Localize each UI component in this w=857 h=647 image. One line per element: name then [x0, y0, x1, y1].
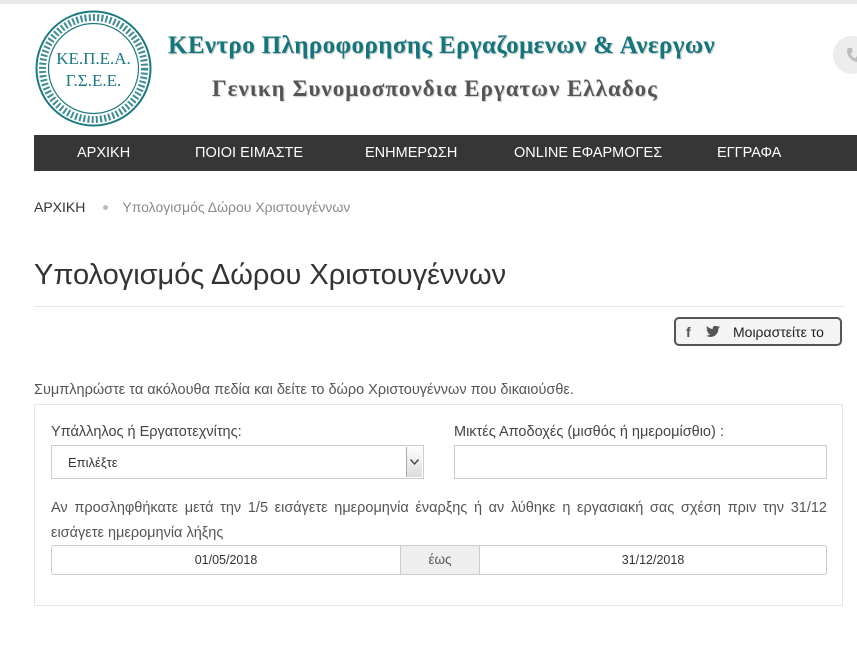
date-range-field: 01/05/2018 έως 31/12/2018	[51, 545, 827, 575]
end-date-input[interactable]: 31/12/2018	[480, 546, 826, 574]
nav-item-about[interactable]: ΠΟΙΟΙ ΕΙΜΑΣΤΕ	[195, 145, 303, 161]
breadcrumb-current: Υπολογισμός Δώρου Χριστουγέννων	[122, 199, 351, 215]
breadcrumb-separator-dot	[103, 204, 109, 210]
organization-logo[interactable]: ΚΕ.Π.Ε.Α. Γ.Σ.Ε.Ε.	[34, 9, 153, 128]
employee-type-selected: Επιλέξτε	[68, 455, 118, 470]
employee-type-select[interactable]: Επιλέξτε	[51, 445, 424, 479]
employee-type-label: Υπάλληλος ή Εργατοτεχνίτης:	[51, 424, 242, 440]
phone-button[interactable]	[833, 36, 857, 74]
main-navigation: ΑΡΧΙΚΗ ΠΟΙΟΙ ΕΙΜΑΣΤΕ ΕΝΗΜΕΡΩΣΗ ONLINE ΕΦ…	[34, 135, 857, 171]
nav-item-home[interactable]: ΑΡΧΙΚΗ	[77, 145, 130, 161]
chevron-down-icon	[410, 459, 419, 465]
breadcrumb-home-link[interactable]: ΑΡΧΙΚΗ	[34, 199, 85, 215]
organization-subtitle: Γενικη Συνομοσπονδια Εργατων Ελλαδος	[212, 76, 658, 101]
share-button[interactable]: f Μοιραστείτε το	[674, 317, 842, 346]
phone-icon	[847, 48, 857, 62]
date-range-separator: έως	[400, 546, 480, 574]
organization-title: ΚΕντρο Πληροφορησης Εργαζομενων & Ανεργω…	[168, 32, 716, 59]
svg-text:ΚΕ.Π.Ε.Α.: ΚΕ.Π.Ε.Α.	[56, 49, 131, 68]
gross-wage-input[interactable]	[454, 445, 827, 479]
page-title: Υπολογισμός Δώρου Χριστουγέννων	[34, 259, 507, 291]
title-divider	[34, 306, 844, 307]
intro-text: Συμπληρώστε τα ακόλουθα πεδία και δείτε …	[34, 382, 574, 398]
nav-item-online-apps[interactable]: ONLINE ΕΦΑΡΜΟΓΕΣ	[514, 145, 662, 161]
share-label: Μοιραστείτε το	[733, 324, 824, 340]
start-date-input[interactable]: 01/05/2018	[52, 546, 400, 574]
twitter-icon	[706, 326, 720, 337]
dropdown-arrow[interactable]	[406, 447, 422, 477]
gross-wage-label: Μικτές Αποδοχές (μισθός ή ημερομίσθιο) :	[454, 424, 724, 440]
svg-text:Γ.Σ.Ε.Ε.: Γ.Σ.Ε.Ε.	[66, 71, 121, 90]
top-bar	[0, 0, 857, 4]
facebook-icon: f	[686, 324, 691, 340]
nav-item-news[interactable]: ΕΝΗΜΕΡΩΣΗ	[365, 145, 457, 161]
breadcrumb: ΑΡΧΙΚΗ Υπολογισμός Δώρου Χριστουγέννων	[34, 199, 350, 215]
dates-instructions: Αν προσληφθήκατε μετά την 1/5 εισάγετε η…	[51, 500, 827, 541]
nav-item-documents[interactable]: ΕΓΓΡΑΦΑ	[717, 145, 781, 161]
